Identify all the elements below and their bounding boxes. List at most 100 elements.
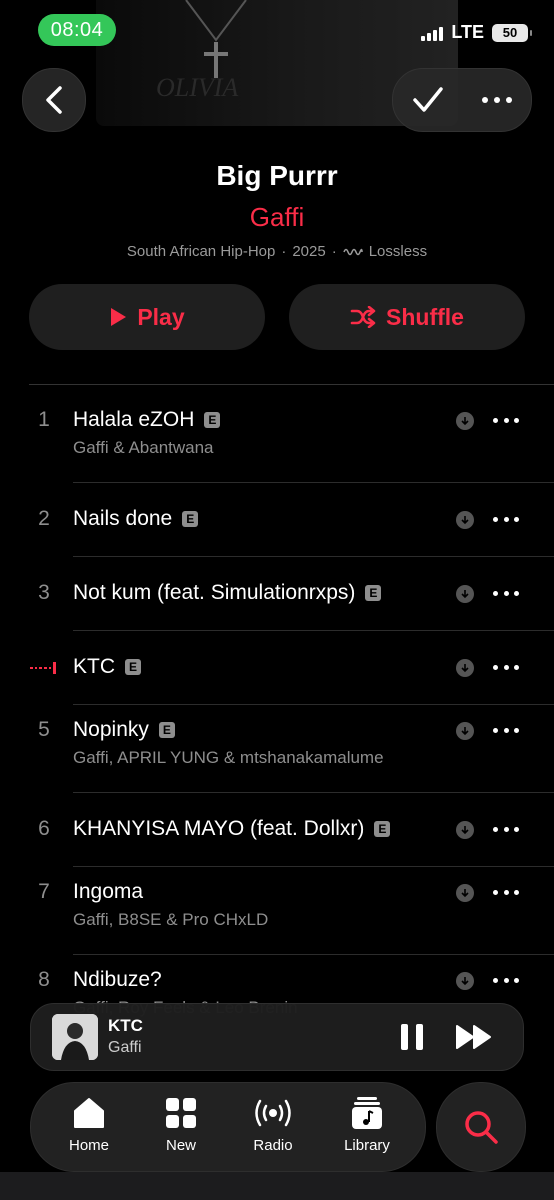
track-title-row: Nails done E xyxy=(73,507,199,531)
home-icon xyxy=(74,1098,104,1128)
album-title: Big Purrr xyxy=(216,160,338,191)
library-icon xyxy=(352,1097,382,1129)
network-type: LTE xyxy=(451,22,484,42)
explicit-badge: E xyxy=(204,412,221,428)
tab-home[interactable]: Home xyxy=(49,1097,129,1154)
track-title-row: KTC E xyxy=(73,655,141,679)
battery-level: 50 xyxy=(502,25,518,40)
shuffle-label: Shuffle xyxy=(386,303,464,330)
track-number: 1 xyxy=(38,408,50,431)
download-icon[interactable] xyxy=(456,511,474,529)
track-row[interactable]: 3 Not kum (feat. Simulationrxps) E xyxy=(0,557,554,631)
battery-icon: 50 xyxy=(492,23,532,42)
track-title: Nails done xyxy=(73,507,173,530)
track-more-icon[interactable] xyxy=(493,418,519,423)
tab-radio[interactable]: Radio xyxy=(233,1097,313,1154)
more-options-button[interactable] xyxy=(482,97,512,103)
fast-forward-icon[interactable] xyxy=(455,1024,493,1050)
track-row[interactable]: KTC E xyxy=(0,631,554,705)
download-icon[interactable] xyxy=(456,412,474,430)
download-icon[interactable] xyxy=(456,722,474,740)
album-artist[interactable]: Gaffi xyxy=(0,202,554,233)
play-icon xyxy=(111,308,127,326)
track-title-row: Not kum (feat. Simulationrxps) E xyxy=(73,581,382,605)
now-playing-indicator-icon xyxy=(30,661,57,675)
status-time: 08:04 xyxy=(38,14,116,46)
track-row[interactable]: 5 Nopinky E Gaffi, APRIL YUNG & mtshanaka… xyxy=(0,705,554,793)
album-genre: South African Hip-Hop xyxy=(126,243,276,260)
download-icon[interactable] xyxy=(456,884,474,902)
ellipsis-icon xyxy=(482,97,512,103)
track-title-row: Halala eZOH E xyxy=(73,408,221,432)
tab-new[interactable]: New xyxy=(141,1097,221,1154)
album-metadata: South African Hip-Hop · 2025 · Lossless xyxy=(0,243,554,260)
track-title: KHANYISA MAYO (feat. Dollxr) xyxy=(73,817,365,840)
track-title-row: Ingoma xyxy=(73,880,143,904)
home-indicator-area xyxy=(0,1172,554,1200)
track-title: Ingoma xyxy=(73,880,144,903)
track-number: 8 xyxy=(38,968,50,991)
tab-label: Home xyxy=(68,1137,109,1154)
track-more-icon[interactable] xyxy=(493,827,519,832)
track-row[interactable]: 1 Halala eZOH E Gaffi & Abantwana xyxy=(0,395,554,483)
track-number: 3 xyxy=(38,581,50,604)
track-row[interactable]: 2 Nails done E xyxy=(0,483,554,557)
shuffle-icon xyxy=(350,306,376,328)
track-row[interactable]: 6 KHANYISA MAYO (feat. Dollxr) E xyxy=(0,793,554,867)
album-year: 2025 xyxy=(292,243,326,260)
now-playing-artist: Gaffi xyxy=(108,1039,142,1056)
track-title-row: Nopinky E xyxy=(73,718,175,742)
track-title: Ndibuze? xyxy=(73,968,162,991)
track-title-row: KHANYISA MAYO (feat. Dollxr) E xyxy=(73,817,391,841)
track-more-icon[interactable] xyxy=(493,728,519,733)
meta-separator: · xyxy=(331,243,337,260)
track-artists: Gaffi, B8SE & Pro CHxLD xyxy=(73,910,269,929)
radio-icon xyxy=(255,1099,291,1127)
play-button[interactable]: Play xyxy=(29,284,265,350)
track-title: Halala eZOH xyxy=(73,408,195,431)
svg-text:OLIVIA: OLIVIA xyxy=(156,73,238,102)
now-playing-artwork xyxy=(52,1014,98,1060)
lossless-icon xyxy=(342,248,363,255)
download-icon[interactable] xyxy=(456,972,474,990)
added-to-library-button[interactable] xyxy=(412,86,444,114)
back-button[interactable] xyxy=(22,68,86,132)
track-number: 7 xyxy=(38,880,50,903)
explicit-badge: E xyxy=(182,511,199,527)
download-icon[interactable] xyxy=(456,821,474,839)
explicit-badge: E xyxy=(125,659,141,675)
explicit-badge: E xyxy=(158,722,175,738)
track-more-icon[interactable] xyxy=(493,890,519,895)
tab-label: Library xyxy=(344,1137,390,1154)
explicit-badge: E xyxy=(365,585,382,601)
tab-label: New xyxy=(165,1137,196,1154)
shuffle-button[interactable]: Shuffle xyxy=(289,284,525,350)
download-icon[interactable] xyxy=(456,585,474,603)
track-row[interactable]: 7 Ingoma Gaffi, B8SE & Pro CHxLD xyxy=(0,867,554,955)
chevron-left-icon xyxy=(46,86,62,114)
track-artists: Gaffi & Abantwana xyxy=(73,438,214,457)
track-title-row: Ndibuze? xyxy=(73,968,162,992)
mini-player[interactable]: KTC Gaffi xyxy=(30,1003,524,1071)
search-button[interactable] xyxy=(436,1082,526,1172)
meta-separator: · xyxy=(281,243,287,260)
track-title: Nopinky xyxy=(73,718,149,741)
track-artists: Gaffi, APRIL YUNG & mtshanakamalume xyxy=(73,748,384,767)
pause-button[interactable] xyxy=(401,1024,423,1050)
track-more-icon[interactable] xyxy=(493,591,519,596)
track-number: 2 xyxy=(38,507,50,530)
checkmark-icon xyxy=(413,87,443,112)
signal-icon xyxy=(421,25,444,41)
tab-bar: Home New Radio Library xyxy=(30,1082,426,1172)
track-title: KTC xyxy=(73,655,115,678)
track-number: 5 xyxy=(38,718,50,741)
track-more-icon[interactable] xyxy=(493,978,519,983)
status-indicators: LTE 50 xyxy=(421,22,532,43)
track-more-icon[interactable] xyxy=(493,665,519,670)
track-more-icon[interactable] xyxy=(493,517,519,522)
play-label: Play xyxy=(137,303,185,330)
tab-library[interactable]: Library xyxy=(327,1097,407,1154)
now-playing-title: KTC xyxy=(108,1016,143,1035)
download-icon[interactable] xyxy=(456,659,474,677)
album-quality: Lossless xyxy=(368,243,428,260)
